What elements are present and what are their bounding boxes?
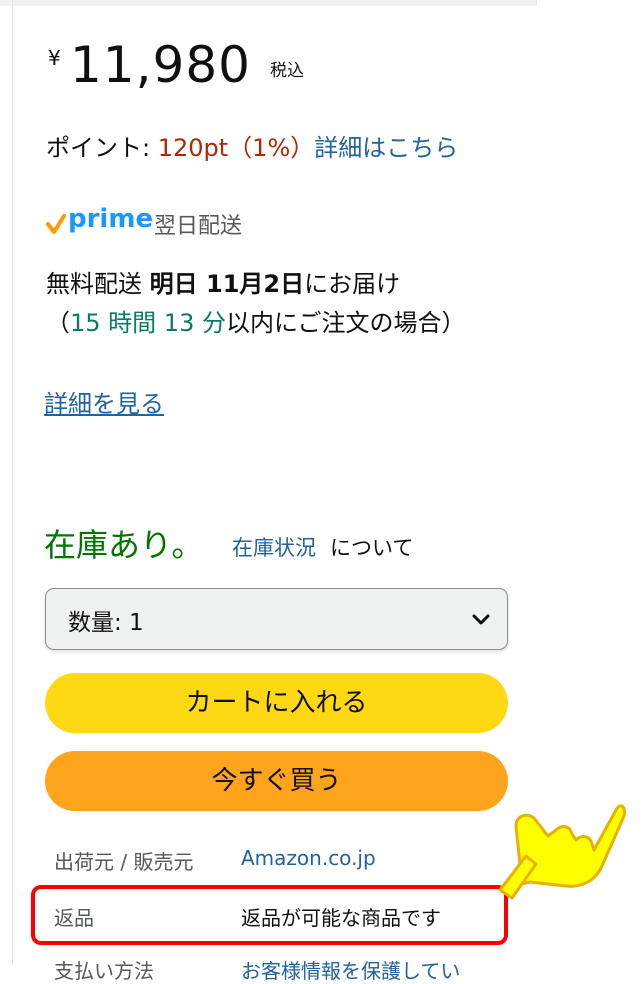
delivery-cutoff: 以内にご注文の場合）	[225, 309, 466, 337]
delivery-details-link[interactable]: 詳細を見る	[44, 384, 164, 419]
chevron-down-icon	[472, 614, 490, 625]
points-value: 120pt（1%）	[157, 134, 315, 162]
add-to-cart-button[interactable]: カートに入れる	[45, 673, 508, 733]
tax-included-label: 税込	[270, 61, 304, 81]
in-stock-label: 在庫あり。	[44, 526, 204, 564]
stock-status-link[interactable]: 在庫状況	[232, 532, 316, 562]
panel-left-border	[12, 0, 13, 965]
payment-link[interactable]: お客様情報を保護してい	[241, 955, 460, 984]
quantity-select[interactable]: 数量: 1	[45, 588, 508, 650]
buy-now-button[interactable]: 今すぐ買う	[45, 751, 508, 811]
info-key: 支払い方法	[54, 959, 154, 983]
delivery-suffix: にお届け	[304, 270, 401, 298]
delivery-paren: （	[46, 309, 70, 337]
top-divider-strip	[0, 0, 536, 6]
pointing-hand-icon	[498, 804, 626, 900]
info-key: 出荷元 / 販売元	[54, 850, 194, 874]
currency-symbol: ¥	[48, 46, 61, 70]
stock-status-suffix: について	[330, 536, 414, 560]
points-details-link[interactable]: 詳細はこちら	[314, 134, 458, 162]
delivery-countdown: 15 時間 13 分	[70, 309, 226, 337]
delivery-info: 無料配送 明日 11月2日にお届け （15 時間 13 分以内にご注文の場合）	[46, 265, 486, 343]
seller-link[interactable]: Amazon.co.jp	[241, 846, 376, 870]
points-label: ポイント:	[46, 134, 158, 162]
check-icon	[46, 214, 66, 234]
delivery-date: 明日 11月2日	[149, 270, 305, 298]
points-info: ポイント: 120pt（1%）詳細はこちら	[46, 128, 506, 168]
quantity-label: 数量: 1	[68, 610, 144, 636]
price-amount: 11,980	[70, 36, 251, 94]
delivery-prefix: 無料配送	[46, 270, 150, 298]
prime-next-day-label: 翌日配送	[154, 214, 243, 239]
annotation-highlight-box	[31, 885, 508, 945]
panel-right-border	[536, 0, 537, 6]
prime-logo: prime	[68, 204, 154, 234]
